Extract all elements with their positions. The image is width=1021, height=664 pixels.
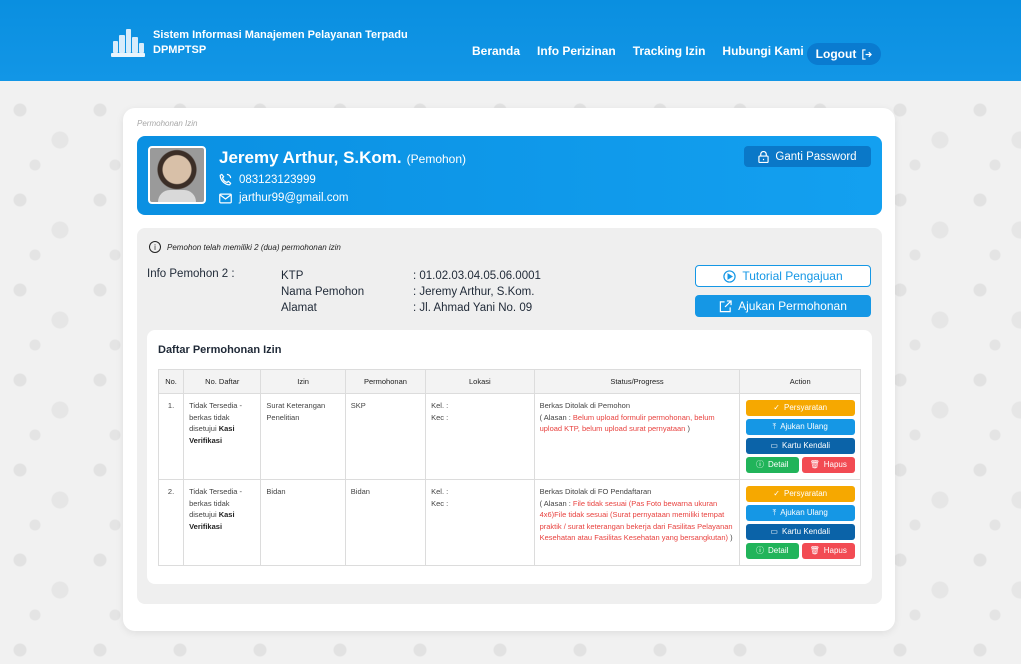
info-value-ktp: : 01.02.03.04.05.06.0001 xyxy=(413,270,541,282)
breadcrumb: Permohonan Izin xyxy=(137,119,198,128)
change-password-label: Ganti Password xyxy=(775,150,857,163)
list-title: Daftar Permohonan Izin xyxy=(158,344,282,356)
notice-text: Pemohon telah memiliki 2 (dua) permohona… xyxy=(167,242,341,252)
info-grid: KTP : 01.02.03.04.05.06.0001 Nama Pemohon… xyxy=(281,268,541,316)
upload-icon: ⤒ xyxy=(772,422,777,431)
avatar xyxy=(148,146,206,204)
ajukan-ulang-button[interactable]: ⤒ Ajukan Ulang xyxy=(745,419,855,435)
row-no: 2. xyxy=(157,479,185,566)
change-password-button[interactable]: Ganti Password xyxy=(744,146,871,167)
brand-title: Sistem Informasi Manajemen Pelayanan Ter… xyxy=(153,29,408,41)
detail-button[interactable]: ⓘ Detail xyxy=(745,543,799,559)
kartu-kendali-button[interactable]: ▭ Kartu Kendali xyxy=(745,524,855,540)
profile-banner: Jeremy Arthur, S.Kom. (Pemohon) 083123123… xyxy=(137,136,882,215)
main-card: Permohonan Izin Jeremy Arthur, S.Kom. (Pe… xyxy=(123,108,895,631)
persyaratan-button[interactable]: ✓ Persyaratan xyxy=(745,486,855,502)
nav-info-perizinan[interactable]: Info Perizinan xyxy=(537,44,616,58)
trash-icon: 🗑 xyxy=(809,546,820,555)
card-icon: ▭ xyxy=(770,527,778,536)
table-row: 1. Tidak Tersedia - berkas tidak disetuj… xyxy=(157,393,861,480)
application-table: No. No. Daftar Izin Permohonan Lokasi St… xyxy=(157,369,861,566)
tutorial-button[interactable]: Tutorial Pengajuan xyxy=(695,265,871,287)
detail-button[interactable]: ⓘ Detail xyxy=(745,457,799,473)
applicant-panel: i Pemohon telah memiliki 2 (dua) permoho… xyxy=(137,228,882,604)
kartu-kendali-button[interactable]: ▭ Kartu Kendali xyxy=(745,438,855,454)
row-lokasi: Kel. : Kec : xyxy=(425,479,535,566)
play-circle-icon xyxy=(723,269,737,283)
notice: i Pemohon telah memiliki 2 (dua) permoho… xyxy=(149,241,341,253)
hapus-button[interactable]: 🗑 Hapus xyxy=(801,543,855,559)
logout-icon xyxy=(862,48,873,60)
table-row: 2. Tidak Tersedia - berkas tidak disetuj… xyxy=(157,479,861,566)
col-status: Status/Progress xyxy=(533,369,741,394)
row-permohonan: Bidan xyxy=(344,479,427,566)
info-title: Info Pemohon 2 : xyxy=(147,268,235,280)
col-no-daftar: No. Daftar xyxy=(183,369,262,394)
info-key-nama: Nama Pemohon xyxy=(281,286,365,298)
upload-icon: ⤒ xyxy=(772,508,777,517)
check-icon: ✓ xyxy=(773,403,780,412)
col-no: No. xyxy=(157,369,185,394)
brand[interactable]: Sistem Informasi Manajemen Pelayanan Ter… xyxy=(111,27,408,57)
row-no: 1. xyxy=(157,393,185,480)
tutorial-label: Tutorial Pengajuan xyxy=(742,269,843,283)
nav-beranda[interactable]: Beranda xyxy=(472,44,520,58)
city-logo-icon xyxy=(111,27,145,57)
check-icon: ✓ xyxy=(773,489,780,498)
submit-application-label: Ajukan Permohonan xyxy=(738,299,847,313)
info-key-alamat: Alamat xyxy=(281,302,317,314)
profile-email: jarthur99@gmail.com xyxy=(239,192,349,204)
submit-application-button[interactable]: Ajukan Permohonan xyxy=(695,295,871,317)
profile-role: (Pemohon) xyxy=(406,152,467,166)
info-key-ktp: KTP xyxy=(281,270,304,282)
info-circle-icon: ⓘ xyxy=(755,546,764,555)
info-value-nama: : Jeremy Arthur, S.Kom. xyxy=(413,286,535,298)
card-icon: ▭ xyxy=(770,441,778,450)
main-nav: Beranda Info Perizinan Tracking Izin Hub… xyxy=(472,44,821,58)
row-status: Berkas Ditolak di FO Pendaftaran ( Alasa… xyxy=(533,479,741,566)
profile-phone: 083123123999 xyxy=(239,173,316,186)
row-lokasi: Kel. : Kec : xyxy=(425,393,535,480)
logout-label: Logout xyxy=(815,47,857,61)
col-permohonan: Permohonan xyxy=(344,369,427,394)
info-circle-icon: ⓘ xyxy=(755,460,764,469)
lock-icon xyxy=(758,150,770,163)
nav-tracking-izin[interactable]: Tracking Izin xyxy=(633,44,706,58)
col-lokasi: Lokasi xyxy=(425,369,535,394)
info-value-alamat: : Jl. Ahmad Yani No. 09 xyxy=(413,302,533,314)
row-status: Berkas Ditolak di Pemohon ( Alasan : Bel… xyxy=(533,393,741,480)
row-no-daftar: Tidak Tersedia - berkas tidak disetujui … xyxy=(183,479,262,566)
brand-subtitle: DPMPTSP xyxy=(153,44,207,56)
row-no-daftar: Tidak Tersedia - berkas tidak disetujui … xyxy=(183,393,262,480)
info-icon: i xyxy=(149,241,161,253)
row-izin: Bidan xyxy=(260,479,346,566)
row-actions: ✓ Persyaratan ⤒ Ajukan Ulang ▭ Kartu Kendal… xyxy=(739,393,861,480)
persyaratan-button[interactable]: ✓ Persyaratan xyxy=(745,400,855,416)
ajukan-ulang-button[interactable]: ⤒ Ajukan Ulang xyxy=(745,505,855,521)
row-permohonan: SKP xyxy=(344,393,427,480)
phone-icon xyxy=(219,173,232,186)
mail-icon xyxy=(219,193,232,203)
row-actions: ✓ Persyaratan ⤒ Ajukan Ulang ▭ Kartu Kendal… xyxy=(739,479,861,566)
application-list: Daftar Permohonan Izin No. No. Daftar Iz… xyxy=(147,330,872,584)
nav-hubungi-kami[interactable]: Hubungi Kami xyxy=(722,44,803,58)
trash-icon: 🗑 xyxy=(809,460,820,469)
hapus-button[interactable]: 🗑 Hapus xyxy=(801,457,855,473)
top-navbar: Sistem Informasi Manajemen Pelayanan Ter… xyxy=(0,0,1021,81)
profile-name: Jeremy Arthur, S.Kom. xyxy=(219,148,402,167)
external-link-icon xyxy=(719,299,732,312)
row-izin: Surat Keterangan Penelitian xyxy=(260,393,346,480)
logout-button[interactable]: Logout xyxy=(807,43,881,65)
col-action: Action xyxy=(739,369,861,394)
col-izin: Izin xyxy=(260,369,346,394)
